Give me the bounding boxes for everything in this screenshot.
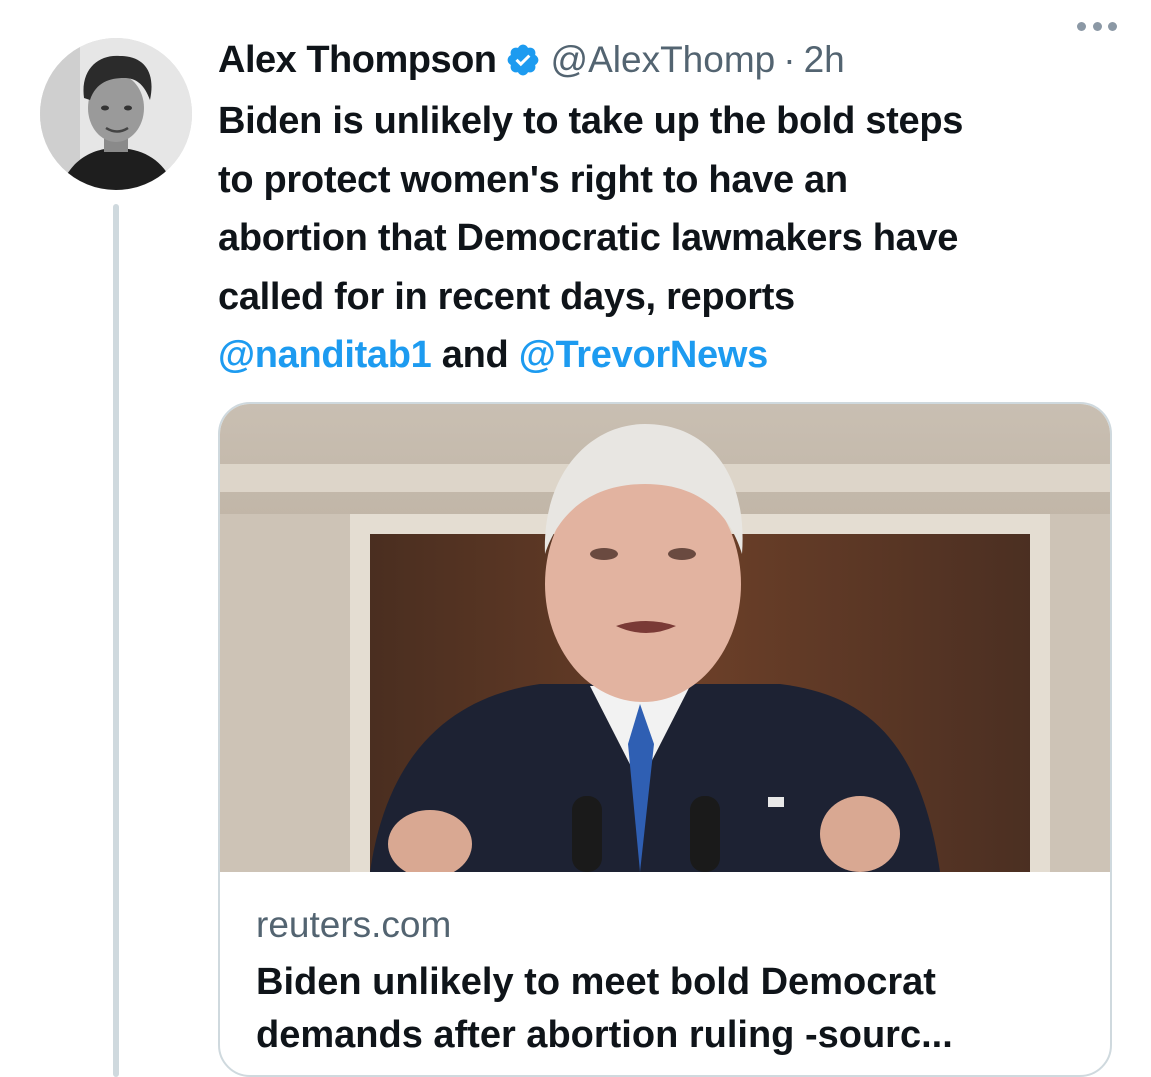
thread-connector-line [113,204,119,1077]
tweet-body: Biden is unlikely to take up the bold st… [218,92,1128,385]
author-avatar[interactable] [40,38,192,190]
meta-separator: · [783,39,796,80]
tweet-text-line: abortion that Democratic lawmakers have [218,217,959,259]
mention-link[interactable]: @nanditab1 [218,334,432,376]
more-dot [1077,21,1086,31]
tweet-text-line: called for in recent days, reports [218,275,795,318]
mention-link[interactable]: @TrevorNews [519,334,769,376]
tweet-text-line: to protect women's right to have an [218,158,848,201]
more-horizontal-icon[interactable] [1071,6,1123,46]
tweet-header: Alex Thompson @AlexThomp · 2h [218,34,1118,86]
card-title: Biden unlikely to meet bold Democrat dem… [256,956,1086,1062]
verified-badge-icon [505,42,541,78]
more-dot [1108,21,1117,31]
more-dot [1092,21,1102,31]
tweet-timestamp[interactable]: 2h [804,39,845,81]
author-display-name[interactable]: Alex Thompson [218,39,497,82]
link-preview-card[interactable]: reuters.com Biden unlikely to meet bold … [218,402,1112,1077]
card-title-line: demands after abortion ruling -sourc... [256,1014,953,1056]
avatar-photo [40,38,192,190]
tweet-text-line: @nanditab1 and @TrevorNews [218,326,1128,385]
card-title-line: Biden unlikely to meet bold Democrat [256,961,936,1003]
tweet-text-connector: and [441,334,509,376]
card-domain: reuters.com [256,904,452,945]
tweet-text-line: Biden is unlikely to take up the bold st… [218,100,964,142]
card-image [220,404,1110,872]
author-handle[interactable]: @AlexThomp [551,39,776,81]
